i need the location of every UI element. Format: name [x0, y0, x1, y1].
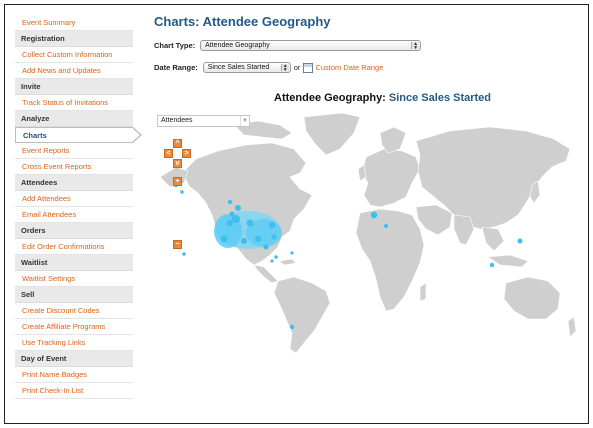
sidebar-section-analyze: Analyze	[15, 111, 133, 127]
zoom-in-button[interactable]: +	[173, 177, 182, 186]
bubble-point	[227, 220, 233, 226]
zoom-out-button[interactable]: −	[173, 240, 182, 249]
select-arrows-icon: ▲ ▼	[280, 64, 289, 73]
bubble-central-am	[270, 259, 274, 263]
metric-select[interactable]: Attendees ▼	[157, 115, 250, 127]
chevron-down-icon: ▼	[240, 116, 249, 126]
sidebar-item-cross-event-reports[interactable]: Cross Event Reports	[15, 159, 133, 175]
bubble-point	[246, 219, 254, 227]
land-australia	[503, 276, 561, 320]
bubble-point	[232, 215, 240, 223]
pan-right-button[interactable]: >	[182, 149, 191, 158]
bubble-point	[263, 244, 269, 250]
land-india	[453, 214, 475, 246]
sidebar-section-invite: Invite	[15, 79, 133, 95]
pan-left-button[interactable]: <	[164, 149, 173, 158]
land-europe	[361, 148, 421, 208]
land-africa	[355, 208, 425, 312]
sidebar-item-use-tracking-links[interactable]: Use Tracking Links	[15, 335, 133, 351]
land-central-america	[253, 264, 279, 284]
chart-type-row: Chart Type: Attendee Geography ▲ ▼	[154, 40, 422, 51]
world-map[interactable]	[154, 111, 578, 357]
pan-down-button[interactable]: v	[173, 159, 182, 168]
sidebar-item-create-discount-codes[interactable]: Create Discount Codes	[15, 303, 133, 319]
bubble-hawaii	[182, 252, 186, 256]
chart-type-value: Attendee Geography	[205, 42, 270, 49]
bubble-point	[269, 222, 275, 228]
select-arrows-icon: ▲ ▼	[411, 42, 420, 51]
bubble-south-am	[289, 324, 295, 330]
land-caribbean	[279, 258, 297, 266]
world-map-svg	[159, 112, 577, 354]
land-greenland	[303, 112, 361, 156]
sidebar-item-charts[interactable]: Charts	[15, 127, 142, 143]
sidebar-section-sell: Sell	[15, 287, 133, 303]
bubble-china	[517, 238, 523, 244]
date-range-select[interactable]: Since Sales Started ▲ ▼	[202, 62, 291, 73]
bubble-point	[271, 234, 277, 240]
sidebar-section-day-of-event: Day of Event	[15, 351, 133, 367]
page-title: Charts: Attendee Geography	[154, 14, 331, 29]
chart-type-select[interactable]: Attendee Geography ▲ ▼	[200, 40, 422, 51]
sidebar-item-event-reports[interactable]: Event Reports	[15, 143, 133, 159]
chart-type-label: Chart Type:	[154, 41, 196, 50]
bubble-alaska-2	[180, 190, 184, 194]
map-title: Attendee Geography: Since Sales Started	[274, 92, 491, 104]
sidebar-item-add-attendees[interactable]: Add Attendees	[15, 191, 133, 207]
map-title-range: Since Sales Started	[388, 92, 492, 104]
land-middle-east	[415, 204, 453, 236]
custom-date-range-link[interactable]: Custom Date Range	[315, 63, 383, 72]
land-new-zealand	[567, 316, 577, 338]
map-title-prefix: Attendee Geography:	[274, 92, 389, 104]
sidebar-section-waitlist: Waitlist	[15, 255, 133, 271]
sidebar-section-attendees: Attendees	[15, 175, 133, 191]
sidebar-section-orders: Orders	[15, 223, 133, 239]
bubble-point	[220, 235, 228, 243]
sidebar-nav: Event Summary Registration Collect Custom …	[15, 15, 142, 399]
land-southeast-asia	[481, 226, 505, 252]
sidebar-item-waitlist-settings[interactable]: Waitlist Settings	[15, 271, 133, 287]
date-range-row: Date Range: Since Sales Started ▲ ▼ or Cu…	[154, 62, 383, 73]
bubble-point	[229, 211, 235, 217]
bubble-se-asia	[489, 262, 495, 268]
sidebar-item-email-attendees[interactable]: Email Attendees	[15, 207, 133, 223]
bubble-canada	[227, 199, 233, 205]
date-range-value: Since Sales Started	[207, 64, 270, 71]
sidebar-item-add-news-and-updates[interactable]: Add News and Updates	[15, 63, 133, 79]
sidebar-section-registration: Registration	[15, 31, 133, 47]
sidebar-item-create-affiliate-programs[interactable]: Create Affiliate Programs	[15, 319, 133, 335]
sidebar-item-track-status-of-invitations[interactable]: Track Status of Invitations	[15, 95, 133, 111]
date-range-label: Date Range:	[154, 63, 198, 72]
land-south-america	[273, 276, 331, 354]
sidebar-item-print-name-badges[interactable]: Print Name Badges	[15, 367, 133, 383]
sidebar-item-print-check-in-list[interactable]: Print Check-In List	[15, 383, 133, 399]
bubble-mexico	[274, 255, 278, 259]
metric-value: Attendees	[161, 117, 193, 124]
sidebar-item-collect-custom-information[interactable]: Collect Custom Information	[15, 47, 133, 63]
bubble-caribbean	[290, 251, 294, 255]
bubble-point	[235, 205, 241, 211]
bubble-point	[255, 236, 261, 242]
or-text: or	[293, 63, 301, 72]
sidebar-item-event-summary[interactable]: Event Summary	[15, 15, 133, 31]
land-madagascar	[419, 282, 427, 302]
bubble-europe	[384, 224, 388, 228]
bubble-point	[241, 238, 247, 244]
calendar-icon[interactable]	[303, 62, 314, 73]
sidebar-item-edit-order-confirmations[interactable]: Edit Order Confirmations	[15, 239, 133, 255]
bubble-uk	[370, 211, 378, 219]
pan-up-button[interactable]: ^	[173, 139, 182, 148]
